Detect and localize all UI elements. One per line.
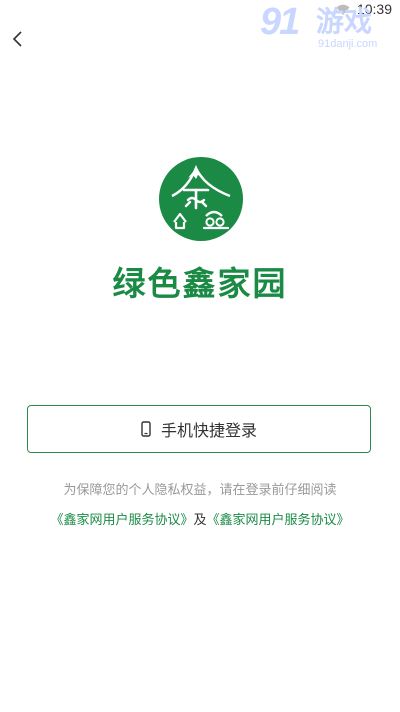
phone-icon: [141, 421, 151, 437]
watermark-number: 91: [260, 1, 300, 43]
agreements-line: 《鑫家网用户服务协议》及《鑫家网用户服务协议》: [0, 512, 400, 530]
brand-name: 绿色鑫家园: [112, 264, 288, 303]
watermark-logo: 91 游戏 91danji.com: [260, 2, 392, 52]
brand-logo-icon: [159, 157, 243, 241]
user-service-agreement-link-2[interactable]: 《鑫家网用户服务协议》: [207, 513, 350, 528]
watermark-url: 91danji.com: [318, 38, 378, 50]
user-service-agreement-link[interactable]: 《鑫家网用户服务协议》: [50, 513, 193, 528]
login-button-label: 手机快捷登录: [160, 421, 257, 440]
phone-quick-login-button[interactable]: 手机快捷登录: [27, 405, 371, 453]
watermark-text: 游戏: [316, 5, 373, 38]
privacy-notice: 为保障您的个人隐私权益，请在登录前仔细阅读: [63, 483, 337, 498]
back-button[interactable]: [6, 26, 30, 52]
chevron-left-icon: [12, 31, 22, 47]
agreement-separator: 及: [193, 513, 207, 528]
